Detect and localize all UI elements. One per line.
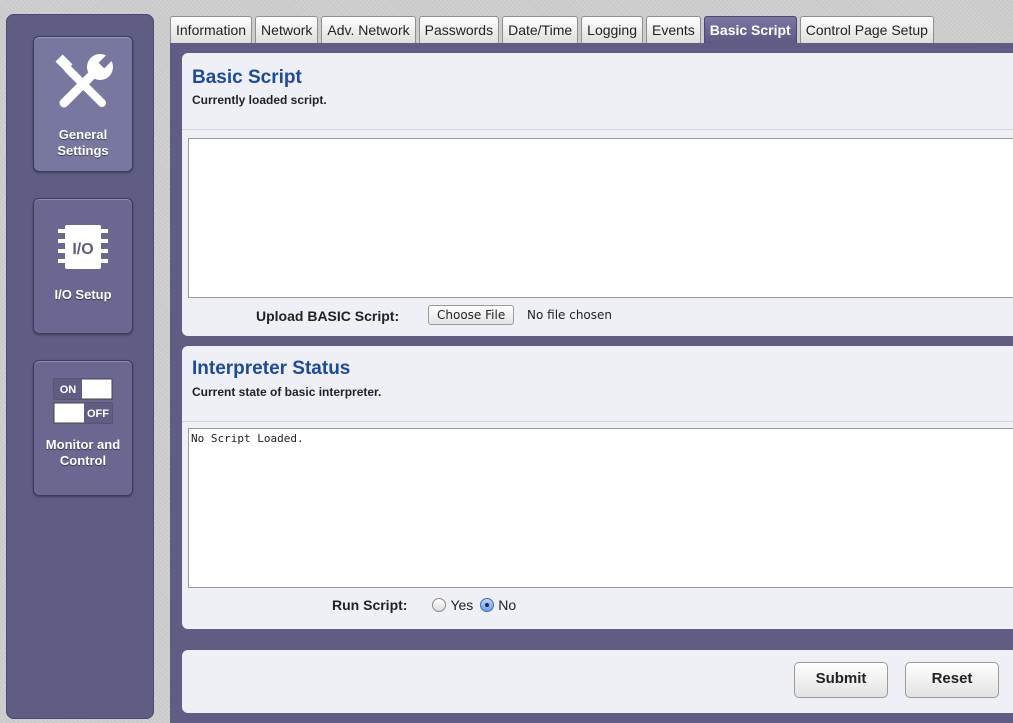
sidebar: General Settings I/O I/O Setup ON OFF Mo… bbox=[6, 14, 154, 719]
svg-text:I/O: I/O bbox=[72, 241, 93, 258]
reset-button[interactable]: Reset bbox=[905, 662, 999, 698]
tab-passwords[interactable]: Passwords bbox=[418, 16, 500, 43]
tab-information[interactable]: Information bbox=[170, 16, 253, 43]
tab-basic-script[interactable]: Basic Script bbox=[703, 16, 797, 43]
tab-network[interactable]: Network bbox=[255, 16, 319, 43]
script-textarea[interactable] bbox=[188, 138, 1013, 298]
io-chip-icon: I/O bbox=[58, 225, 108, 269]
tab-logging[interactable]: Logging bbox=[581, 16, 643, 43]
tab-events[interactable]: Events bbox=[645, 16, 701, 43]
run-yes-radio[interactable] bbox=[432, 597, 446, 612]
sidebar-item-label: Monitor and bbox=[45, 437, 121, 452]
choose-file-button[interactable]: Choose File bbox=[428, 305, 515, 325]
submit-button[interactable]: Submit bbox=[794, 662, 888, 698]
panel-title: Basic Script bbox=[192, 67, 302, 88]
svg-text:ON: ON bbox=[60, 384, 77, 396]
sidebar-item-label: Control bbox=[59, 453, 107, 468]
basic-script-panel: Basic Script Currently loaded script. Up… bbox=[182, 53, 1013, 336]
interpreter-status-panel: Interpreter Status Current state of basi… bbox=[182, 346, 1013, 629]
divider bbox=[182, 421, 1013, 422]
sidebar-item-general-settings[interactable]: General Settings bbox=[33, 36, 133, 172]
panel-subtitle: Current state of basic interpreter. bbox=[192, 385, 382, 399]
wrench-screwdriver-icon bbox=[55, 52, 115, 108]
run-yes-label: Yes bbox=[450, 596, 474, 613]
run-no-radio[interactable] bbox=[479, 597, 494, 612]
sidebar-item-monitor-control[interactable]: ON OFF Monitor and Control bbox=[33, 360, 133, 496]
tab-adv-network[interactable]: Adv. Network bbox=[321, 16, 416, 43]
on-off-switch-icon: ON OFF bbox=[53, 378, 113, 424]
divider bbox=[182, 129, 1013, 130]
svg-text:OFF: OFF bbox=[87, 408, 109, 420]
run-no-label: No bbox=[498, 596, 517, 613]
content-frame: Basic Script Currently loaded script. Up… bbox=[170, 43, 1013, 723]
tab-control-page-setup[interactable]: Control Page Setup bbox=[799, 16, 934, 43]
run-script-options: Yes No bbox=[432, 596, 518, 614]
tab-bar: Information Network Adv. Network Passwords D… bbox=[170, 16, 937, 44]
sidebar-item-label: Settings bbox=[57, 143, 109, 158]
actions-panel: Submit Reset bbox=[182, 650, 1013, 713]
tab-date-time[interactable]: Date/Time bbox=[502, 16, 579, 43]
interpreter-status-textarea[interactable]: No Script Loaded. bbox=[188, 428, 1013, 588]
upload-label: Upload BASIC Script: bbox=[256, 308, 400, 324]
panel-subtitle: Currently loaded script. bbox=[192, 93, 327, 107]
sidebar-item-label: I/O Setup bbox=[54, 287, 112, 302]
file-status: No file chosen bbox=[527, 308, 613, 322]
panel-title: Interpreter Status bbox=[192, 358, 351, 379]
sidebar-item-io-setup[interactable]: I/O I/O Setup bbox=[33, 198, 133, 334]
run-script-label: Run Script: bbox=[332, 597, 408, 613]
sidebar-item-label: General bbox=[58, 127, 108, 142]
